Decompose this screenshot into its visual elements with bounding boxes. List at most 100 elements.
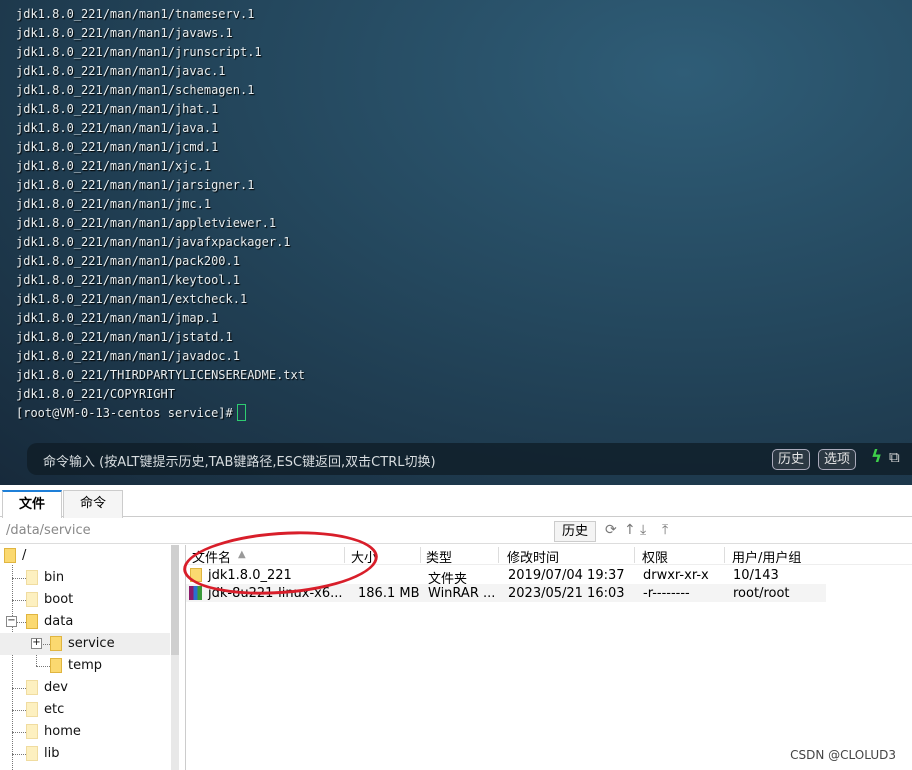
folder-icon: [190, 568, 202, 582]
winrar-archive-icon: [189, 586, 202, 600]
terminal-line: jdk1.8.0_221/man/man1/extcheck.1: [16, 292, 248, 306]
cell-perm: -r--------: [643, 586, 690, 601]
terminal-line: jdk1.8.0_221/man/man1/xjc.1: [16, 159, 212, 173]
col-type[interactable]: 类型: [426, 547, 452, 566]
tab-commands[interactable]: 命令: [63, 490, 123, 518]
terminal-line: jdk1.8.0_221/man/man1/keytool.1: [16, 273, 240, 287]
folder-icon: [26, 702, 38, 717]
folder-icon: [26, 746, 38, 761]
terminal-line: jdk1.8.0_221/man/man1/appletviewer.1: [16, 216, 277, 230]
tree-node-label: dev: [44, 680, 68, 695]
tree-node-root[interactable]: /: [0, 545, 170, 567]
tree-node-service[interactable]: + service: [0, 633, 170, 655]
up-icon[interactable]: ↑: [624, 522, 636, 538]
terminal-line: jdk1.8.0_221/THIRDPARTYLICENSEREADME.txt: [16, 368, 305, 382]
tree-node-label: /: [22, 548, 27, 563]
upload-icon[interactable]: ⤒: [662, 522, 668, 538]
cell-perm: drwxr-xr-x: [643, 568, 709, 583]
tree-node-label: etc: [44, 702, 65, 717]
file-row[interactable]: jdk-8u221-linux-x6... 186.1 MB WinRAR ... 2…: [186, 584, 826, 602]
lightning-icon[interactable]: ϟ: [871, 447, 882, 467]
folder-icon: [26, 680, 38, 695]
tree-node-label: home: [44, 724, 81, 739]
history-button[interactable]: 历史: [772, 449, 811, 470]
path-bar: /data/service 历史 ⟳ ↑ ⤓ ⤒: [0, 518, 912, 544]
tree-scrollbar[interactable]: [171, 545, 179, 770]
folder-icon: [50, 658, 62, 673]
terminal-line: jdk1.8.0_221/man/man1/javac.1: [16, 64, 226, 78]
command-input-bar[interactable]: 命令输入 (按ALT键提示历史,TAB键路径,ESC键返回,双击CTRL切换) …: [27, 443, 912, 475]
terminal-line: jdk1.8.0_221/man/man1/java.1: [16, 121, 219, 135]
tab-bar: 文件 命令: [0, 487, 912, 518]
col-mtime[interactable]: 修改时间: [507, 547, 559, 566]
tab-files[interactable]: 文件: [2, 490, 62, 518]
terminal[interactable]: jdk1.8.0_221/man/man1/tnameserv.1 jdk1.8.…: [0, 0, 912, 485]
tree-node-label: temp: [68, 658, 103, 673]
col-perm[interactable]: 权限: [642, 547, 668, 566]
file-list-header: 文件名 ▲ 大小 类型 修改时间 权限 用户/用户组: [186, 545, 912, 566]
col-name[interactable]: 文件名: [192, 547, 231, 566]
terminal-prompt[interactable]: [root@VM-0-13-centos service]#: [16, 404, 305, 423]
cell-name: jdk-8u221-linux-x6...: [208, 586, 343, 601]
collapse-icon[interactable]: −: [6, 616, 17, 627]
terminal-line: jdk1.8.0_221/man/man1/schemagen.1: [16, 83, 255, 97]
tree-node-temp[interactable]: temp: [0, 655, 170, 677]
folder-icon: [26, 592, 38, 607]
terminal-line: jdk1.8.0_221/man/man1/jmap.1: [16, 311, 219, 325]
cell-size: 186.1 MB: [358, 586, 420, 601]
terminal-line: jdk1.8.0_221/man/man1/jhat.1: [16, 102, 219, 116]
tree-node-etc[interactable]: etc: [0, 699, 170, 721]
terminal-output: jdk1.8.0_221/man/man1/tnameserv.1 jdk1.8.…: [16, 5, 305, 423]
options-button[interactable]: 选项: [818, 449, 857, 470]
cell-mtime: 2019/07/04 19:37: [508, 568, 625, 583]
terminal-line: jdk1.8.0_221/man/man1/jmc.1: [16, 197, 212, 211]
path-history-button[interactable]: 历史: [554, 521, 596, 542]
tree-node-label: boot: [44, 592, 74, 607]
terminal-line: jdk1.8.0_221/man/man1/javaws.1: [16, 26, 233, 40]
terminal-line: jdk1.8.0_221/COPYRIGHT: [16, 387, 175, 401]
sort-asc-icon: ▲: [238, 549, 246, 560]
terminal-line: jdk1.8.0_221/man/man1/jrunscript.1: [16, 45, 262, 59]
refresh-icon[interactable]: ⟳: [605, 522, 617, 538]
cursor: [236, 404, 246, 421]
cell-name: jdk1.8.0_221: [208, 568, 292, 583]
command-hint: 命令输入 (按ALT键提示历史,TAB键路径,ESC键返回,双击CTRL切换): [43, 455, 436, 470]
col-size[interactable]: 大小: [351, 547, 377, 566]
cell-owner: root/root: [733, 586, 790, 601]
tree-node-boot[interactable]: boot: [0, 589, 170, 611]
folder-icon: [26, 614, 38, 629]
col-owner[interactable]: 用户/用户组: [732, 547, 801, 566]
terminal-line: jdk1.8.0_221/man/man1/tnameserv.1: [16, 7, 255, 21]
file-row[interactable]: jdk1.8.0_221 文件夹 2019/07/04 19:37 drwxr-xr-…: [186, 566, 826, 587]
terminal-line: jdk1.8.0_221/man/man1/javafxpackager.1: [16, 235, 291, 249]
terminal-line: jdk1.8.0_221/man/man1/pack200.1: [16, 254, 240, 268]
tree-node-label: data: [44, 614, 74, 629]
directory-tree: / bin boot − data + service temp dev etc home lib: [0, 545, 180, 770]
prompt-text: [root@VM-0-13-centos service]#: [16, 406, 233, 420]
tree-node-home[interactable]: home: [0, 721, 170, 743]
file-list: 文件名 ▲ 大小 类型 修改时间 权限 用户/用户组 jdk1.8.0_221 文…: [185, 545, 912, 770]
cell-mtime: 2023/05/21 16:03: [508, 586, 625, 601]
tree-node-label: lib: [44, 746, 60, 761]
folder-icon: [26, 570, 38, 585]
tree-node-label: bin: [44, 570, 65, 585]
terminal-line: jdk1.8.0_221/man/man1/jarsigner.1: [16, 178, 255, 192]
folder-icon: [50, 636, 62, 651]
terminal-line: jdk1.8.0_221/man/man1/jcmd.1: [16, 140, 219, 154]
watermark: CSDN @CLOLUD3: [790, 748, 896, 762]
path-input[interactable]: /data/service: [6, 523, 91, 538]
download-icon[interactable]: ⤓: [640, 522, 646, 538]
expand-icon[interactable]: +: [31, 638, 42, 649]
tree-node-lib[interactable]: lib: [0, 743, 170, 765]
copy-icon[interactable]: ⧉: [889, 448, 900, 466]
cell-owner: 10/143: [733, 568, 779, 583]
tree-node-bin[interactable]: bin: [0, 567, 170, 589]
tree-node-dev[interactable]: dev: [0, 677, 170, 699]
cell-type: WinRAR ...: [428, 586, 496, 601]
terminal-line: jdk1.8.0_221/man/man1/jstatd.1: [16, 330, 233, 344]
terminal-line: jdk1.8.0_221/man/man1/javadoc.1: [16, 349, 240, 363]
folder-icon: [26, 724, 38, 739]
tree-node-label: service: [68, 636, 115, 651]
tree-node-data[interactable]: − data: [0, 611, 170, 633]
folder-icon: [4, 548, 16, 563]
